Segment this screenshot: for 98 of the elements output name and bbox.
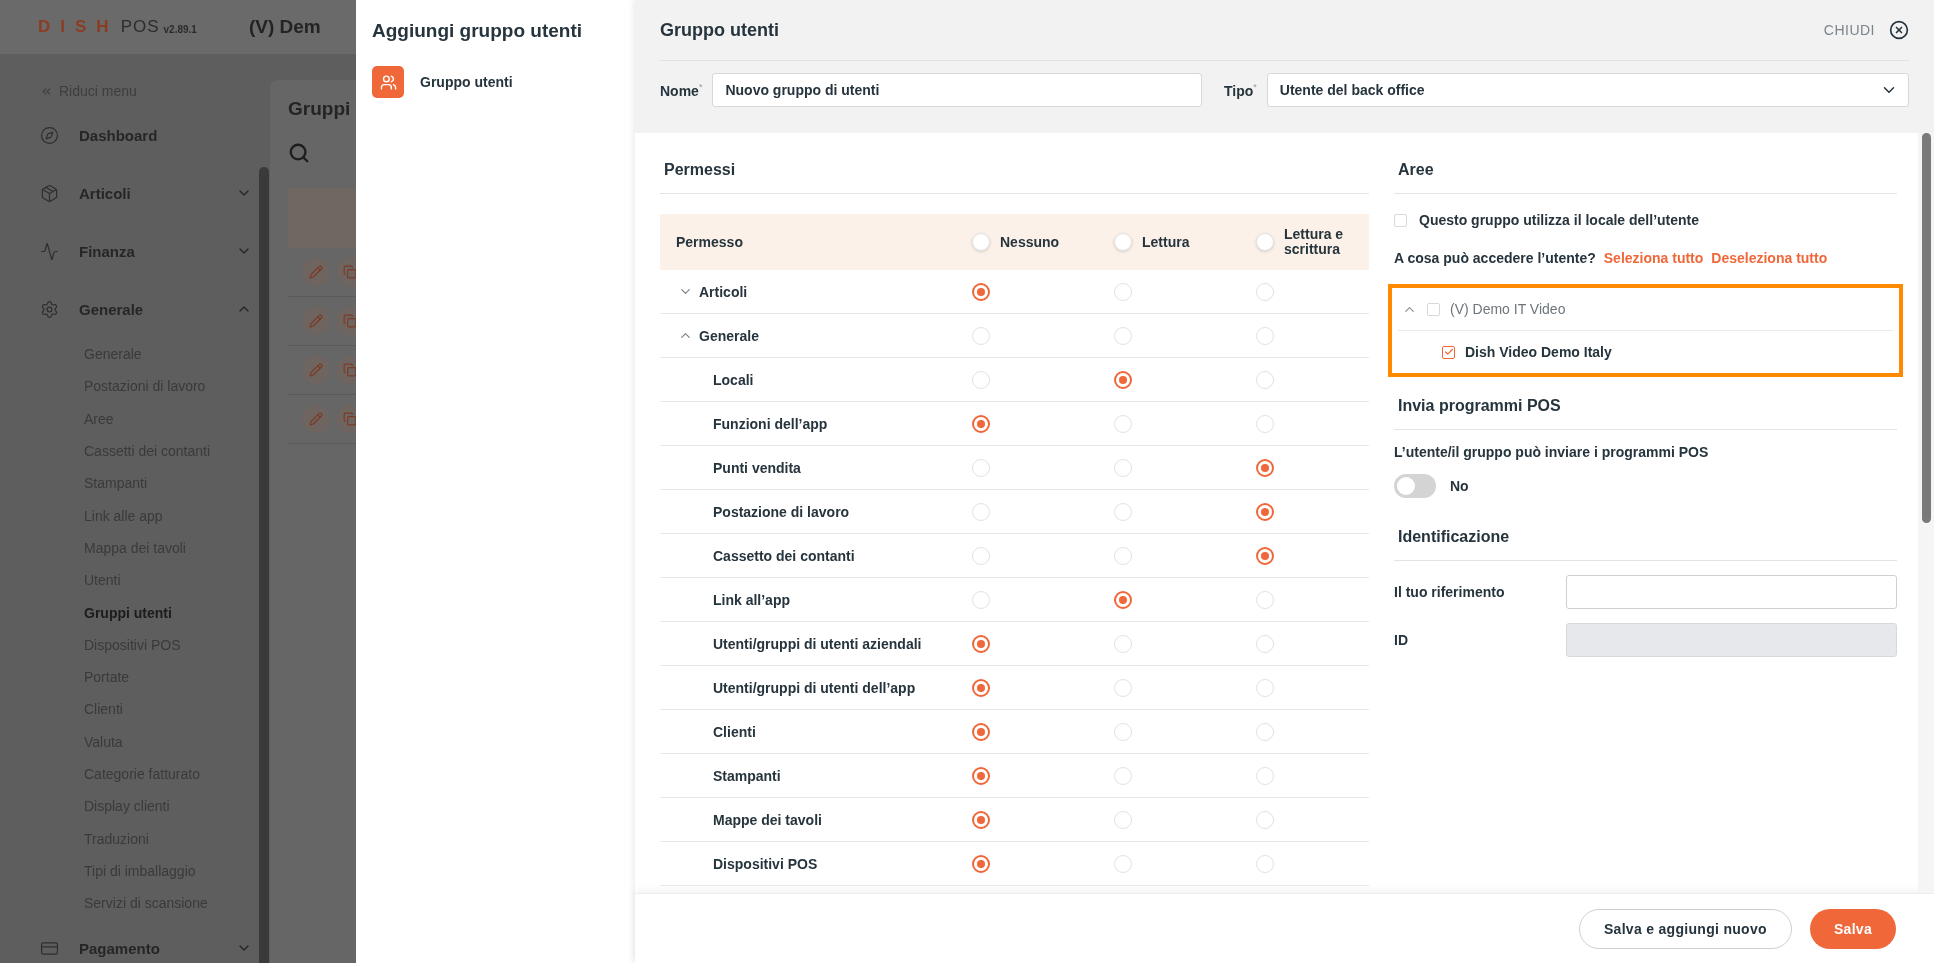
- page-title: Gruppi: [288, 98, 352, 120]
- permission-radio[interactable]: [972, 854, 990, 873]
- check-icon: [1443, 347, 1454, 357]
- permission-label: Utenti/gruppi di utenti aziendali: [712, 635, 923, 652]
- edit-button[interactable]: [302, 405, 330, 433]
- permission-radio[interactable]: [972, 810, 990, 829]
- deselect-all-link[interactable]: Deseleziona tutto: [1711, 250, 1828, 266]
- copy-button[interactable]: [336, 307, 356, 335]
- logo: DISH: [38, 17, 119, 37]
- search-icon[interactable]: [288, 142, 310, 164]
- copy-button[interactable]: [336, 258, 356, 286]
- step-label: Gruppo utenti: [420, 74, 513, 90]
- close-icon: [1889, 20, 1909, 40]
- product-name: POS: [120, 17, 160, 37]
- column-radio[interactable]: [1114, 233, 1132, 251]
- venue-label: Dish Video Demo Italy: [1465, 344, 1612, 360]
- text-input[interactable]: [1566, 575, 1897, 609]
- permission-label: Clienti: [712, 723, 757, 740]
- permission-radio[interactable]: [972, 766, 990, 785]
- permission-radio[interactable]: [1256, 502, 1274, 521]
- column-header: Permesso: [676, 234, 744, 250]
- name-input[interactable]: Nuovo gruppo di utenti: [712, 73, 1202, 107]
- wizard-step[interactable]: Gruppo utenti: [372, 66, 619, 98]
- checkbox-label: Questo gruppo utilizza il locale dell’utente: [1419, 212, 1700, 228]
- permission-label: Punti vendita: [712, 459, 802, 476]
- copy-icon: [343, 363, 356, 377]
- permission-label: Funzioni dell’app: [712, 415, 829, 432]
- nav-item[interactable]: Pagamento: [40, 919, 252, 963]
- permission-radio[interactable]: [1114, 370, 1132, 389]
- nav-icon: [40, 183, 59, 203]
- permission-label[interactable]: Generale: [676, 327, 972, 344]
- pencil-icon: [309, 314, 323, 328]
- field-label: ID: [1394, 632, 1409, 648]
- permission-label: Locali: [712, 371, 755, 388]
- copy-button[interactable]: [336, 356, 356, 384]
- section-title: Invia programmi POS: [1394, 383, 1897, 430]
- version-label: v2.89.1: [163, 23, 197, 35]
- column-radio-header[interactable]: Lettura: [1114, 233, 1190, 251]
- access-question: A cosa può accedere l’utente?: [1394, 250, 1596, 266]
- nav-icon: [40, 125, 59, 145]
- permission-radio[interactable]: [972, 414, 990, 433]
- permission-radio[interactable]: [972, 722, 990, 741]
- users-icon: [372, 66, 404, 98]
- nav-item[interactable]: Generale: [40, 280, 252, 338]
- checkbox-row[interactable]: Questo gruppo utilizza il locale dell’utente: [1394, 200, 1897, 240]
- edit-button[interactable]: [302, 356, 330, 384]
- copy-icon: [343, 265, 356, 279]
- field-label: Tipo$^{*}$: [1224, 81, 1257, 99]
- setting-label: L’utente/il gruppo può inviare i programmi POS: [1394, 444, 1710, 460]
- column-radio-header[interactable]: Nessuno: [972, 233, 1060, 251]
- panel-title: Gruppo utenti: [660, 19, 779, 41]
- permission-label[interactable]: Articoli: [676, 283, 972, 300]
- permission-label: Mappe dei tavoli: [712, 811, 823, 828]
- checkbox[interactable]: [1442, 345, 1455, 359]
- type-select[interactable]: Utente del back office: [1266, 73, 1909, 107]
- save-button[interactable]: Salva: [1809, 908, 1896, 949]
- section-title: Aree: [1394, 147, 1897, 194]
- nav-subitem[interactable]: Gruppi utenti: [40, 596, 270, 629]
- nav-icon: [40, 241, 59, 261]
- pencil-icon: [309, 265, 323, 279]
- permission-label: Utenti/gruppi di utenti dell’app: [712, 679, 917, 696]
- select-all-link[interactable]: Seleziona tutto: [1603, 250, 1704, 266]
- save-and-new-button[interactable]: Salva e aggiungi nuovo: [1578, 908, 1792, 949]
- field-label: Nome$^{*}$: [660, 81, 703, 99]
- permission-radio[interactable]: [1256, 546, 1274, 565]
- permission-label: Dispositivi POS: [712, 855, 819, 872]
- venue-label: (V) Demo IT Video: [1450, 301, 1566, 317]
- section-title: Identificazione: [1394, 514, 1897, 561]
- permission-radio[interactable]: [972, 678, 990, 697]
- venue-name: (V) Dem: [248, 16, 321, 38]
- permission-radio[interactable]: [1114, 590, 1132, 609]
- permission-label: Postazione di lavoro: [712, 503, 851, 520]
- field-label: Il tuo riferimento: [1394, 584, 1506, 600]
- permission-radio[interactable]: [972, 282, 990, 301]
- nav-item[interactable]: Articoli: [40, 164, 252, 222]
- permission-radio[interactable]: [1256, 458, 1274, 477]
- edit-button[interactable]: [302, 258, 330, 286]
- nav-item[interactable]: Finanza: [40, 222, 252, 280]
- pencil-icon: [309, 363, 323, 377]
- pencil-icon: [309, 412, 323, 426]
- permission-label: Cassetto dei contanti: [712, 547, 856, 564]
- wizard-title: Aggiungi gruppo utenti: [372, 20, 583, 42]
- column-radio[interactable]: [972, 233, 990, 251]
- permission-label: Stampanti: [712, 767, 782, 784]
- permission-radio[interactable]: [972, 634, 990, 653]
- nav-item[interactable]: Dashboard: [40, 106, 252, 164]
- toggle-label: No: [1450, 478, 1469, 494]
- column-radio-header[interactable]: Lettura e scrittura: [1256, 227, 1364, 257]
- section-title: Permessi: [660, 147, 1369, 194]
- close-button[interactable]: CHIUDI: [1823, 20, 1909, 40]
- toggle-switch[interactable]: [1394, 474, 1436, 498]
- permission-label: Link all’app: [712, 591, 791, 608]
- copy-icon: [343, 412, 356, 426]
- copy-button[interactable]: [336, 405, 356, 433]
- nav-icon: [40, 299, 59, 319]
- column-radio[interactable]: [1256, 233, 1274, 251]
- edit-button[interactable]: [302, 307, 330, 335]
- copy-icon: [343, 314, 356, 328]
